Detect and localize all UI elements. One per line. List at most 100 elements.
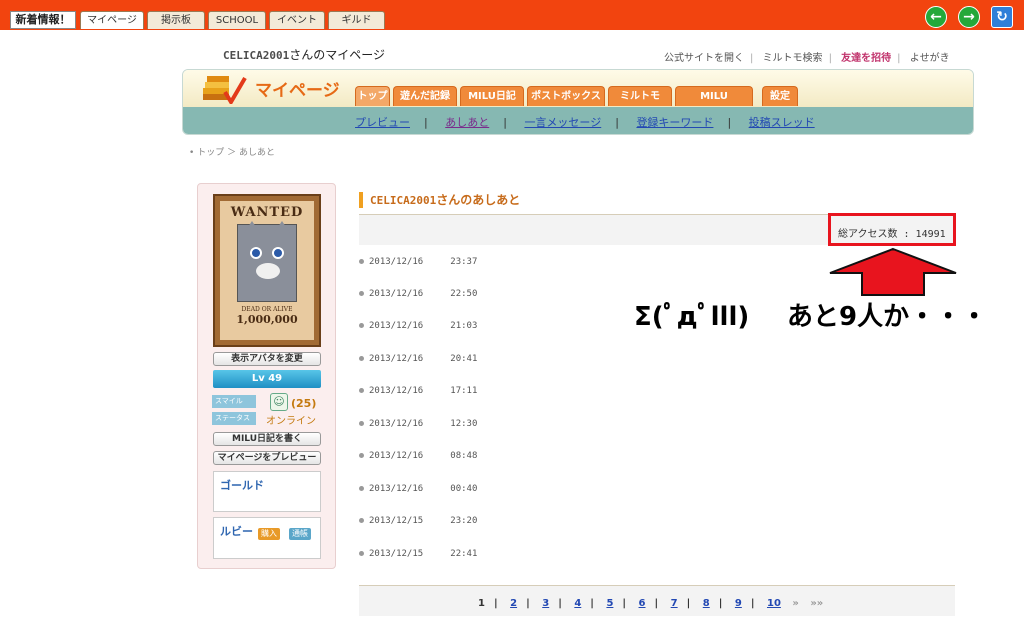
tab-settings[interactable]: 設定 [762, 86, 798, 106]
smile-icon: ☺ [270, 393, 288, 411]
tab-school[interactable]: SCHOOL [208, 11, 266, 29]
subnav-keywords[interactable]: 登録キーワード [636, 116, 713, 129]
change-avatar-button[interactable]: 表示アバタを変更 [213, 352, 321, 366]
list-item: 2013/12/16 12:30 [359, 419, 477, 429]
avatar-bounty-text: 1,000,000 [236, 313, 298, 326]
list-item: 2013/12/16 00:40 [359, 484, 477, 494]
gold-label: ゴールド [220, 479, 264, 492]
list-item: 2013/12/15 23:20 [359, 516, 477, 526]
page-link[interactable]: 9 [735, 598, 742, 609]
news-button[interactable]: 新着情報！ [10, 11, 76, 29]
title-owner-name: CELICA2001 [370, 194, 437, 207]
tab-milu-school[interactable]: MILU SCHOOL [675, 86, 753, 121]
tab-play-record[interactable]: 遊んだ記録 [393, 86, 457, 106]
breadcrumb-bullet: • [189, 148, 195, 158]
last-page-icon[interactable]: »» [810, 598, 823, 609]
page-link[interactable]: 7 [671, 598, 678, 609]
page-link[interactable]: 5 [606, 598, 613, 609]
list-item: 2013/12/15 22:41 [359, 549, 477, 559]
page-current: 1 [478, 598, 485, 609]
buy-button[interactable]: 購入 [258, 528, 280, 540]
mypage-title: マイページ [255, 81, 340, 101]
log-date: 2013/12/15 [369, 516, 424, 526]
ruby-label: ルビー [220, 525, 253, 538]
ruby-box: ルビー 購入 通帳 [213, 517, 321, 559]
log-date: 2013/12/16 [369, 451, 424, 461]
list-item: 2013/12/16 23:37 [359, 257, 477, 267]
status-value: オンライン [266, 416, 316, 427]
tab-postbox[interactable]: ポストボックス [527, 86, 605, 106]
avatar: WANTED DEAD OR ALIVE 1,000,000 [213, 194, 321, 347]
subnav-threads[interactable]: 投稿スレッド [749, 116, 815, 129]
avatar-doa-text: DEAD OR ALIVE [241, 306, 293, 313]
breadcrumb: • トップ ＞ あしあと [189, 145, 275, 158]
mypage-header: マイページ トップ 遊んだ記録 MILU日記 ポストボックス ミルトモ MILU… [182, 69, 974, 135]
subnav-message[interactable]: 一言メッセージ [524, 116, 601, 129]
tab-miltomo[interactable]: ミルトモ [608, 86, 672, 106]
log-date: 2013/12/15 [369, 549, 424, 559]
list-item: 2013/12/16 22:50 [359, 289, 477, 299]
gold-box: ゴールド [213, 471, 321, 512]
page-link[interactable]: 4 [574, 598, 581, 609]
tab-board[interactable]: 掲示板 [147, 11, 205, 29]
tab-top[interactable]: トップ [355, 86, 390, 106]
pagination: 1 | 2 | 3 | 4 | 5 | 6 | 7 | 8 | 9 | 10 » »» [478, 598, 824, 609]
log-time: 21:03 [450, 321, 478, 331]
page-link[interactable]: 8 [703, 598, 710, 609]
log-time: 12:30 [450, 419, 478, 429]
up-arrow-icon [829, 247, 957, 296]
page-link[interactable]: 3 [542, 598, 549, 609]
log-time: 22:41 [450, 549, 478, 559]
sub-navigation: プレビュー | あしあと | 一言メッセージ | 登録キーワード | 投稿スレッド [355, 116, 815, 129]
smile-value: (25) [291, 397, 317, 410]
log-time: 23:20 [450, 516, 478, 526]
miltomo-search-link[interactable]: ミルトモ検索 [763, 53, 823, 64]
forward-arrow-icon[interactable]: → [958, 6, 980, 28]
level-badge: Lv 49 [213, 370, 321, 388]
log-date: 2013/12/16 [369, 419, 424, 429]
log-date: 2013/12/16 [369, 289, 424, 299]
refresh-icon[interactable]: ↻ [991, 6, 1013, 28]
mypage-logo-icon [203, 76, 247, 104]
history-button[interactable]: 通帳 [289, 528, 311, 540]
official-site-link[interactable]: 公式サイトを開く [664, 53, 744, 64]
back-arrow-icon[interactable]: ← [925, 6, 947, 28]
log-time: 20:41 [450, 354, 478, 364]
log-date: 2013/12/16 [369, 354, 424, 364]
title-suffix: さんのあしあと [436, 193, 521, 207]
access-count: 総アクセス数 : 14991 [838, 229, 946, 240]
yosegaki-link[interactable]: よせがき [910, 53, 950, 64]
invite-friend-link[interactable]: 友達を招待 [841, 53, 891, 64]
log-time: 00:40 [450, 484, 478, 494]
tab-milu-diary[interactable]: MILU日記 [460, 86, 524, 106]
write-diary-button[interactable]: MILU日記を書く [213, 432, 321, 446]
breadcrumb-home[interactable]: トップ [197, 148, 224, 158]
preview-mypage-button[interactable]: マイページをプレビュー [213, 451, 321, 465]
page-link[interactable]: 2 [510, 598, 517, 609]
handwritten-emoticon: Σ(ﾟдﾟlll) [634, 302, 750, 332]
tab-guild[interactable]: ギルド [328, 11, 385, 29]
next-page-icon[interactable]: » [792, 598, 798, 609]
log-time: 17:11 [450, 386, 478, 396]
list-item: 2013/12/16 20:41 [359, 354, 477, 364]
page-link[interactable]: 6 [639, 598, 646, 609]
subnav-preview[interactable]: プレビュー [355, 116, 410, 129]
tab-event[interactable]: イベント [269, 11, 325, 29]
log-date: 2013/12/16 [369, 321, 424, 331]
tab-mypage[interactable]: マイページ [80, 11, 144, 29]
subnav-footprints[interactable]: あしあと [445, 116, 489, 129]
handwritten-note: あと9人か・・・ [787, 302, 988, 332]
page-title: CELICA2001さんのあしあと [359, 192, 520, 208]
list-item: 2013/12/16 08:48 [359, 451, 477, 461]
breadcrumb-arrow: ＞ [227, 148, 237, 158]
breadcrumb-current: あしあと [238, 148, 275, 158]
avatar-wanted-text: WANTED [230, 205, 304, 220]
owner-name: CELICA2001 [223, 49, 290, 62]
owner-suffix: さんのマイページ [289, 48, 385, 62]
log-date: 2013/12/16 [369, 386, 424, 396]
profile-panel: WANTED DEAD OR ALIVE 1,000,000 表示アバタを変更 … [197, 183, 336, 569]
header-links: 公式サイトを開く | ミルトモ検索 | 友達を招待 | よせがき [664, 53, 950, 64]
log-time: 23:37 [450, 257, 478, 267]
cat-avatar-icon [237, 221, 297, 302]
page-link[interactable]: 10 [767, 598, 781, 609]
